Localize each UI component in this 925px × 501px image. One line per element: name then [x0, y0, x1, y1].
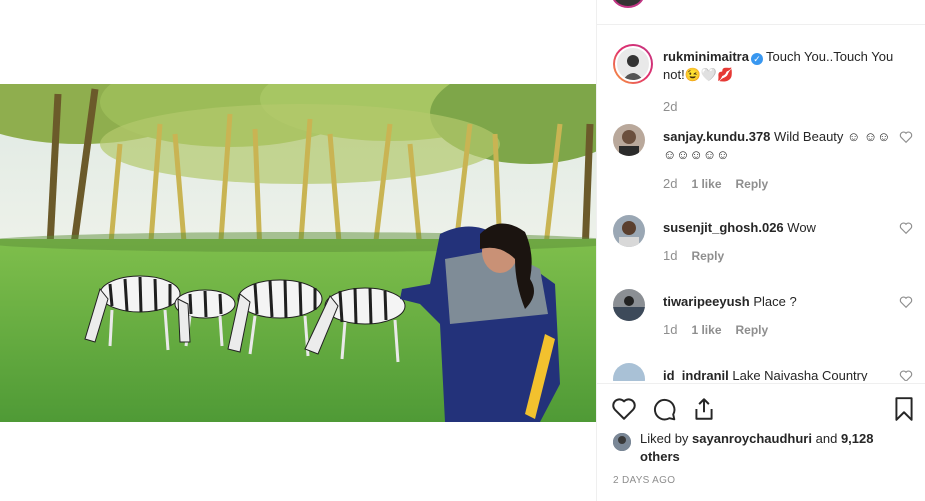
commenter-avatar[interactable] [613, 215, 645, 247]
caption-entry: rukminimaitra ✓ Touch You..Touch You not!😉… [613, 44, 913, 114]
comment-item: id_indranil Lake Naivasha Country [613, 363, 913, 381]
header-avatar[interactable] [611, 0, 645, 8]
heart-icon[interactable] [899, 221, 913, 235]
caption-age: 2d [663, 99, 678, 114]
comment-age: 1d [663, 322, 678, 337]
and-label: and [815, 431, 838, 446]
comment-age: 2d [663, 176, 678, 191]
commenter-avatar[interactable] [613, 363, 645, 381]
author-username[interactable]: rukminimaitra [663, 49, 749, 64]
liker-avatar[interactable] [613, 433, 631, 451]
comment-username[interactable]: tiwaripeeyush [663, 294, 750, 309]
comments-list[interactable]: rukminimaitra ✓ Touch You..Touch You not!😉… [597, 25, 925, 381]
liker-username[interactable]: sayanroychaudhuri [692, 431, 812, 446]
post-timestamp[interactable]: 2 DAYS AGO [613, 475, 675, 486]
liked-by-label: Liked by [640, 431, 689, 446]
reply-button[interactable]: Reply [736, 323, 769, 337]
comment-likes[interactable]: 1 like [691, 323, 721, 337]
verified-badge-icon: ✓ [750, 53, 763, 65]
share-icon[interactable] [691, 396, 717, 422]
heart-icon[interactable] [899, 295, 913, 309]
comment-likes[interactable]: 1 like [691, 177, 721, 191]
heart-icon[interactable] [899, 130, 913, 144]
bookmark-icon[interactable] [891, 396, 917, 422]
comment-age: 1d [663, 248, 678, 263]
zebra-scene-photo [0, 84, 596, 422]
author-avatar[interactable] [613, 44, 653, 84]
comment-username[interactable]: sanjay.kundu.378 [663, 129, 770, 144]
post-image[interactable] [0, 84, 596, 422]
comment-item: tiwaripeeyush Place ? 1d 1 like Reply [613, 289, 913, 339]
heart-icon[interactable] [899, 369, 913, 381]
comment-text: Lake Naivasha Country [732, 368, 868, 381]
post-actions [611, 396, 916, 424]
commenter-avatar[interactable] [613, 289, 645, 321]
comment-text: Place ? [753, 294, 797, 309]
reply-button[interactable]: Reply [691, 249, 724, 263]
comment-username[interactable]: susenjit_ghosh.026 [663, 220, 784, 235]
comment-text: Wow [787, 220, 816, 235]
comment-username[interactable]: id_indranil [663, 368, 729, 381]
comment-icon[interactable] [651, 396, 677, 422]
comment-item: sanjay.kundu.378 Wild Beauty ☺ ☺☺☺☺☺☺☺ 2… [613, 124, 913, 194]
commenter-avatar[interactable] [613, 124, 645, 156]
heart-icon[interactable] [611, 396, 637, 422]
comment-item: susenjit_ghosh.026 Wow 1d Reply [613, 215, 913, 265]
divider [597, 383, 925, 384]
post-side-panel: rukminimaitra ✓ Touch You..Touch You not!😉… [596, 0, 925, 501]
reply-button[interactable]: Reply [736, 177, 769, 191]
